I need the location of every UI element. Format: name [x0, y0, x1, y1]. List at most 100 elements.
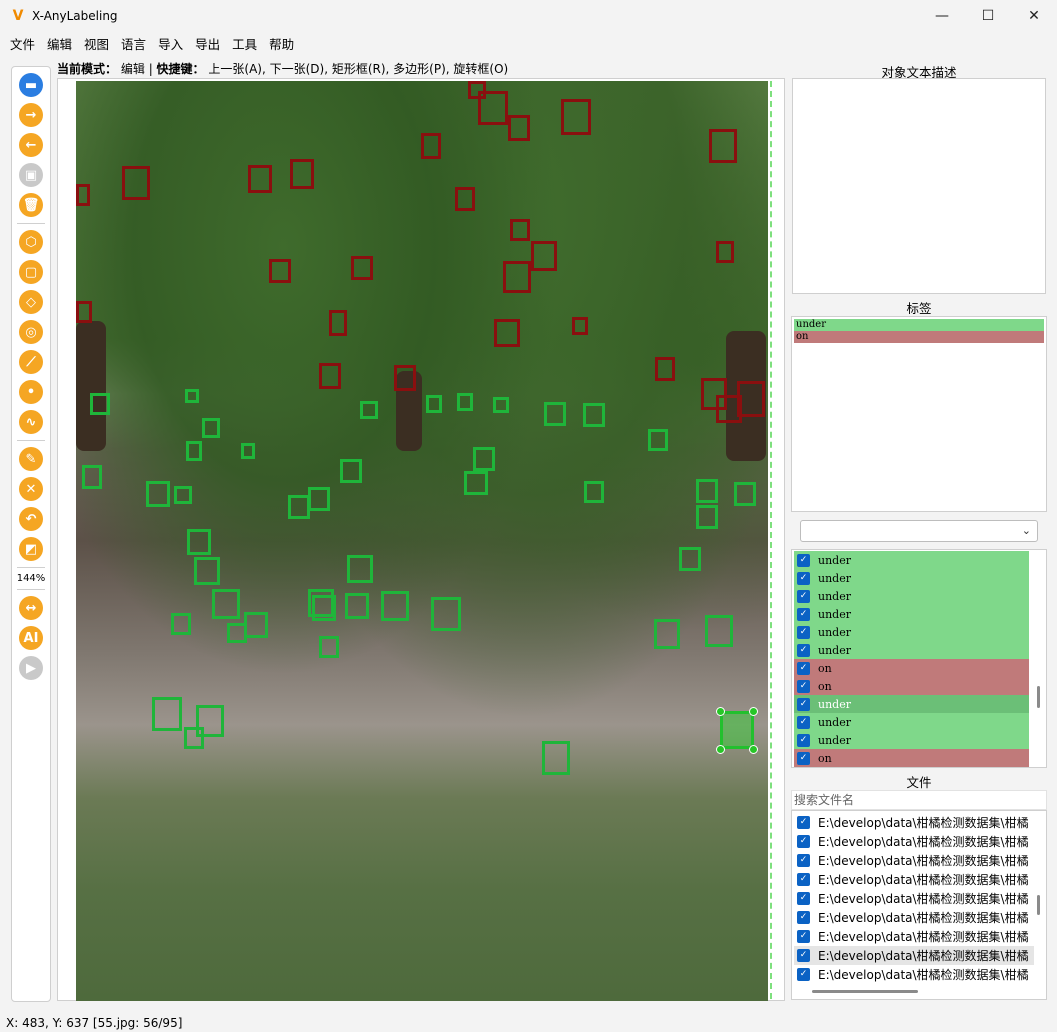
selected-bbox[interactable] — [720, 711, 754, 749]
bbox-under[interactable] — [174, 486, 192, 504]
open-folder-icon[interactable]: ▬ — [19, 73, 43, 97]
bbox-under[interactable] — [583, 403, 605, 427]
shape-item[interactable]: ✓ under — [794, 623, 1029, 641]
menu-help[interactable]: 帮助 — [263, 34, 300, 53]
file-item-active[interactable]: ✓ E:\develop\data\柑橘检测数据集\柑橘 — [794, 946, 1034, 965]
bbox-on[interactable] — [508, 115, 530, 141]
checkbox-checked-icon[interactable]: ✓ — [797, 968, 810, 981]
delete-shape-icon[interactable]: ✕ — [19, 477, 43, 501]
file-item[interactable]: ✓ E:\develop\data\柑橘检测数据集\柑橘 — [794, 870, 1034, 889]
file-list-scrollbar[interactable] — [1037, 895, 1040, 915]
circle-tool-icon[interactable]: ◎ — [19, 320, 43, 344]
bbox-on[interactable] — [531, 241, 557, 271]
shape-item[interactable]: ✓ under — [794, 587, 1029, 605]
checkbox-checked-icon[interactable]: ✓ — [797, 930, 810, 943]
next-image-icon[interactable]: → — [19, 103, 43, 127]
brightness-contrast-icon[interactable]: ◩ — [19, 537, 43, 561]
polygon-tool-icon[interactable]: ⬡ — [19, 230, 43, 254]
bbox-under[interactable] — [473, 447, 495, 471]
bbox-on[interactable] — [494, 319, 520, 347]
image-canvas[interactable] — [57, 78, 785, 1001]
delete-file-icon[interactable]: 🗑 — [19, 193, 43, 217]
checkbox-checked-icon[interactable]: ✓ — [797, 643, 810, 657]
bbox-on[interactable] — [122, 166, 150, 200]
checkbox-checked-icon[interactable]: ✓ — [797, 911, 810, 924]
rectangle-tool-icon[interactable]: ▢ — [19, 260, 43, 284]
shape-item[interactable]: ✓ under — [794, 731, 1029, 749]
bbox-under[interactable] — [244, 612, 268, 638]
bbox-on[interactable] — [351, 256, 373, 280]
prev-image-icon[interactable]: ← — [19, 133, 43, 157]
resize-handle[interactable] — [749, 707, 758, 716]
checkbox-checked-icon[interactable]: ✓ — [797, 607, 810, 621]
bbox-under[interactable] — [426, 395, 442, 413]
file-item[interactable]: ✓ E:\develop\data\柑橘检测数据集\柑橘 — [794, 832, 1034, 851]
edit-icon[interactable]: ✎ — [19, 447, 43, 471]
bbox-under[interactable] — [654, 619, 680, 649]
bbox-under[interactable] — [184, 727, 204, 749]
run-icon[interactable]: ▶ — [19, 656, 43, 680]
bbox-under[interactable] — [308, 487, 330, 511]
checkbox-checked-icon[interactable]: ✓ — [797, 553, 810, 567]
close-button[interactable]: ✕ — [1011, 0, 1057, 32]
bbox-on[interactable] — [478, 91, 508, 125]
bbox-under[interactable] — [648, 429, 668, 451]
checkbox-checked-icon[interactable]: ✓ — [797, 835, 810, 848]
bbox-on[interactable] — [561, 99, 591, 135]
bbox-under[interactable] — [696, 505, 718, 529]
checkbox-checked-icon[interactable]: ✓ — [797, 751, 810, 765]
bbox-under[interactable] — [734, 482, 756, 506]
checkbox-checked-icon[interactable]: ✓ — [797, 661, 810, 675]
minimize-button[interactable]: — — [919, 0, 965, 32]
bbox-under[interactable] — [584, 481, 604, 503]
bbox-under[interactable] — [186, 441, 202, 461]
file-item[interactable]: ✓ E:\develop\data\柑橘检测数据集\柑橘 — [794, 889, 1034, 908]
shape-item[interactable]: ✓ on — [794, 749, 1029, 767]
line-tool-icon[interactable]: ⟋ — [19, 350, 43, 374]
bbox-under[interactable] — [202, 418, 220, 438]
checkbox-checked-icon[interactable]: ✓ — [797, 697, 810, 711]
menu-export[interactable]: 导出 — [189, 34, 226, 53]
bbox-under[interactable] — [431, 597, 461, 631]
menu-tools[interactable]: 工具 — [226, 34, 263, 53]
file-search-input[interactable]: 搜索文件名 — [791, 790, 1047, 810]
bbox-under[interactable] — [90, 393, 110, 415]
bbox-under[interactable] — [319, 636, 339, 658]
bbox-on[interactable] — [394, 365, 416, 391]
bbox-under[interactable] — [82, 465, 102, 489]
bbox-under[interactable] — [212, 589, 240, 619]
menu-edit[interactable]: 编辑 — [41, 34, 78, 53]
fit-width-icon[interactable]: ↔ — [19, 596, 43, 620]
bbox-under[interactable] — [705, 615, 733, 647]
checkbox-checked-icon[interactable]: ✓ — [797, 733, 810, 747]
resize-handle[interactable] — [749, 745, 758, 754]
bbox-under[interactable] — [360, 401, 378, 419]
resize-handle[interactable] — [716, 707, 725, 716]
annotated-image[interactable] — [76, 81, 768, 1001]
bbox-on[interactable] — [248, 165, 272, 193]
bbox-on[interactable] — [510, 219, 530, 241]
bbox-under[interactable] — [185, 389, 199, 403]
undo-icon[interactable]: ↶ — [19, 507, 43, 531]
shape-list-scrollbar[interactable] — [1037, 686, 1040, 708]
point-tool-icon[interactable]: • — [19, 380, 43, 404]
bbox-on[interactable] — [76, 184, 90, 206]
bbox-under[interactable] — [464, 471, 488, 495]
bbox-on[interactable] — [329, 310, 347, 336]
label-item-on[interactable]: on — [794, 331, 1044, 343]
bbox-under[interactable] — [493, 397, 509, 413]
bbox-on[interactable] — [421, 133, 441, 159]
bbox-under[interactable] — [227, 623, 247, 643]
bbox-on[interactable] — [716, 241, 734, 263]
shape-item[interactable]: ✓ under — [794, 713, 1029, 731]
menu-import[interactable]: 导入 — [152, 34, 189, 53]
file-item[interactable]: ✓ E:\develop\data\柑橘检测数据集\柑橘 — [794, 813, 1034, 832]
file-list-hscrollbar[interactable] — [812, 990, 918, 993]
file-item[interactable]: ✓ E:\develop\data\柑橘检测数据集\柑橘 — [794, 965, 1034, 984]
bbox-under[interactable] — [187, 529, 211, 555]
bbox-under[interactable] — [679, 547, 701, 571]
bbox-under[interactable] — [152, 697, 182, 731]
description-textbox[interactable] — [792, 78, 1046, 294]
checkbox-checked-icon[interactable]: ✓ — [797, 715, 810, 729]
bbox-on[interactable] — [290, 159, 314, 189]
